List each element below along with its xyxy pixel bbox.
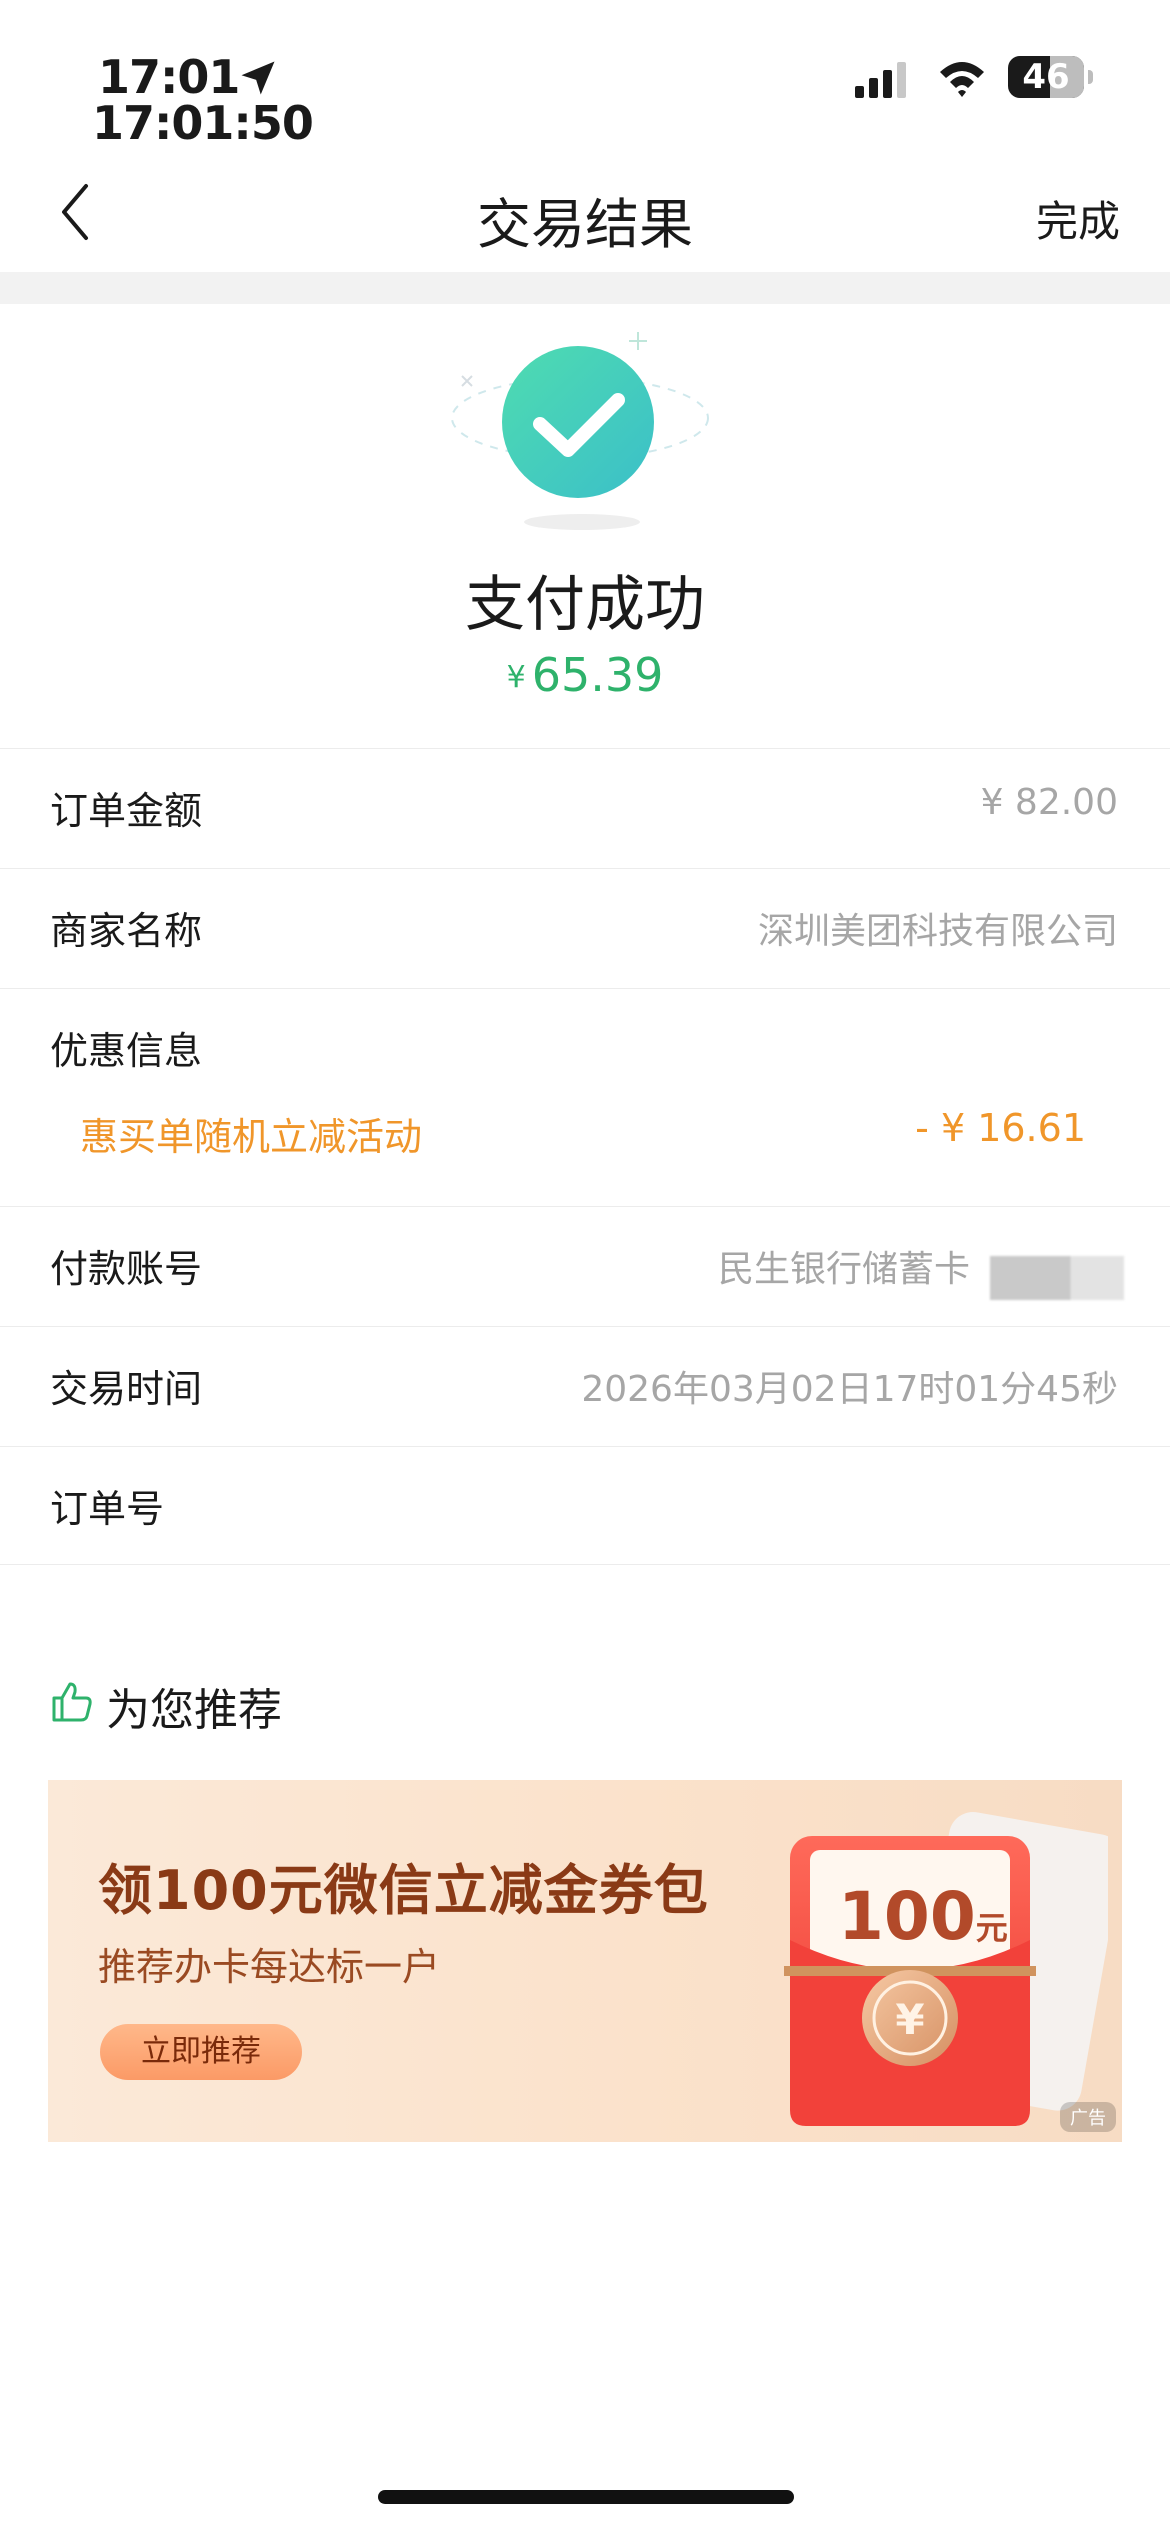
status-time-seconds: 17:01:50 bbox=[92, 96, 314, 150]
merchant-label: 商家名称 bbox=[50, 909, 203, 953]
divider bbox=[0, 868, 1170, 869]
account-value: 民生银行储蓄卡 bbox=[717, 1249, 970, 1290]
location-arrow-icon bbox=[241, 61, 275, 95]
divider bbox=[0, 748, 1170, 749]
page-title: 交易结果 bbox=[477, 193, 693, 256]
coupon-unit: 元 bbox=[975, 1909, 1008, 1947]
transaction-time-label: 交易时间 bbox=[50, 1367, 203, 1411]
divider bbox=[0, 1564, 1170, 1565]
wifi-icon bbox=[940, 62, 984, 97]
order-number-label: 订单号 bbox=[50, 1487, 165, 1531]
nav-bar: 交易结果 完成 bbox=[0, 160, 1170, 272]
masked-account-number bbox=[990, 1256, 1124, 1300]
divider bbox=[0, 1446, 1170, 1447]
transaction-time-value: 2026年03月02日17时01分45秒 bbox=[581, 1369, 1118, 1410]
recommend-now-button[interactable]: 立即推荐 bbox=[100, 2024, 302, 2080]
ad-badge: 广告 bbox=[1060, 2102, 1116, 2132]
divider bbox=[0, 1326, 1170, 1327]
order-amount-value: ¥ 82.00 bbox=[980, 782, 1118, 823]
account-label: 付款账号 bbox=[50, 1247, 203, 1291]
payment-status: 支付成功 bbox=[465, 570, 705, 640]
banner-title: 领100元微信立减金券包 bbox=[98, 1859, 709, 1922]
promo-banner[interactable]: 领100元微信立减金券包 推荐办卡每达标一户 立即推荐 ¥ 100元 广告 bbox=[48, 1780, 1122, 2142]
discount-label: 优惠信息 bbox=[50, 1029, 203, 1073]
thumbs-up-icon bbox=[52, 1682, 92, 1722]
section-separator bbox=[0, 272, 1170, 304]
discount-item-label: 惠买单随机立减活动 bbox=[80, 1115, 423, 1159]
cellular-signal-icon bbox=[855, 62, 906, 98]
red-envelope-icon: ¥ bbox=[784, 1812, 1108, 2126]
divider bbox=[0, 1206, 1170, 1207]
merchant-value: 深圳美团科技有限公司 bbox=[757, 911, 1118, 952]
svg-text:¥: ¥ bbox=[895, 1995, 924, 2044]
discount-item-value: - ¥ 16.61 bbox=[915, 1106, 1086, 1150]
banner-subtitle: 推荐办卡每达标一户 bbox=[98, 1945, 441, 1989]
done-button[interactable]: 完成 bbox=[1036, 188, 1120, 249]
paid-amount: ¥65.39 bbox=[0, 648, 1170, 702]
recommend-title: 为您推荐 bbox=[106, 1685, 282, 1736]
currency-symbol: ¥ bbox=[506, 660, 526, 695]
coupon-amount: 100元 bbox=[838, 1878, 1008, 1955]
divider bbox=[0, 988, 1170, 989]
battery-icon: 46 bbox=[1008, 56, 1093, 100]
home-indicator bbox=[378, 2490, 794, 2504]
battery-level: 46 bbox=[1022, 57, 1070, 97]
amount-value: 65.39 bbox=[531, 648, 664, 702]
success-check-icon bbox=[451, 332, 709, 530]
status-bar: 17:01 17:01:50 46 bbox=[0, 0, 1170, 160]
order-amount-label: 订单金额 bbox=[50, 789, 203, 833]
